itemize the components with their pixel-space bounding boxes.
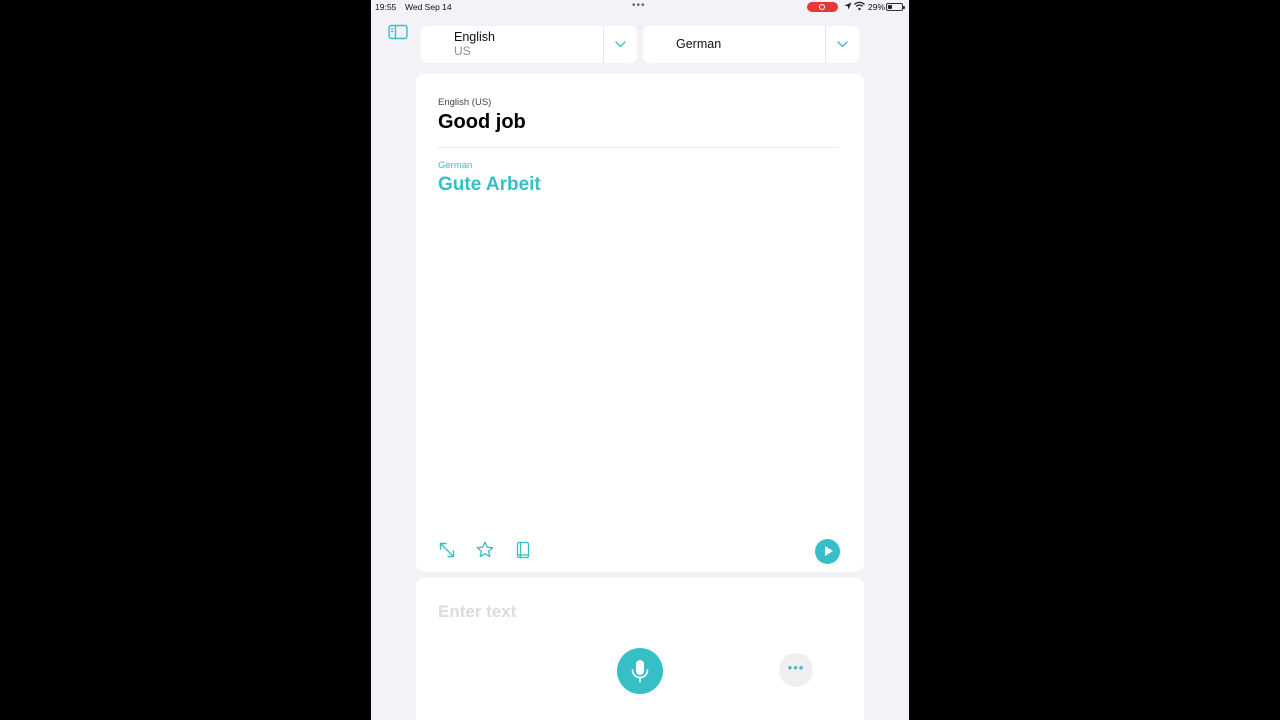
target-language-label: German [438,160,473,171]
source-language-label: English (US) [438,97,492,108]
source-language-selector[interactable]: English US [421,26,637,63]
translated-text[interactable]: Gute Arbeit [438,174,541,196]
text-input[interactable] [438,600,838,624]
wifi-icon [854,1,865,13]
selector-divider [825,26,826,63]
card-divider [438,147,838,148]
target-language-selector[interactable]: German [643,26,859,63]
input-card: ••• [416,578,864,720]
chevron-down-icon[interactable] [614,39,627,49]
play-audio-button[interactable] [815,539,840,564]
target-language-name: German [676,37,722,51]
microphone-icon [631,660,649,683]
source-language-name: English [454,30,495,44]
selector-divider [603,26,604,63]
book-icon[interactable] [513,540,533,560]
expand-icon[interactable] [437,540,457,560]
location-icon [844,2,852,12]
microphone-button[interactable] [617,648,663,694]
status-time: 19:55 [375,2,397,12]
status-bar: 19:55 Wed Sep 14 ••• 29% [371,0,909,14]
source-language-region: US [454,44,471,58]
sidebar-toggle-button[interactable] [388,24,408,40]
more-icon: ••• [787,660,805,675]
source-text[interactable]: Good job [438,111,526,134]
battery-percent: 29% [868,2,886,12]
translation-card: English (US) Good job German Gute Arbeit [416,74,864,572]
chevron-down-icon[interactable] [836,39,849,49]
multitasking-dots-icon[interactable]: ••• [632,1,646,11]
app-screen: 19:55 Wed Sep 14 ••• 29% English US Germ… [371,0,909,720]
battery-icon [886,3,905,11]
screen-recording-icon [807,2,838,12]
status-date: Wed Sep 14 [405,2,452,12]
star-icon[interactable] [475,540,495,560]
more-options-button[interactable]: ••• [779,653,813,687]
sidebar-icon [388,24,408,40]
